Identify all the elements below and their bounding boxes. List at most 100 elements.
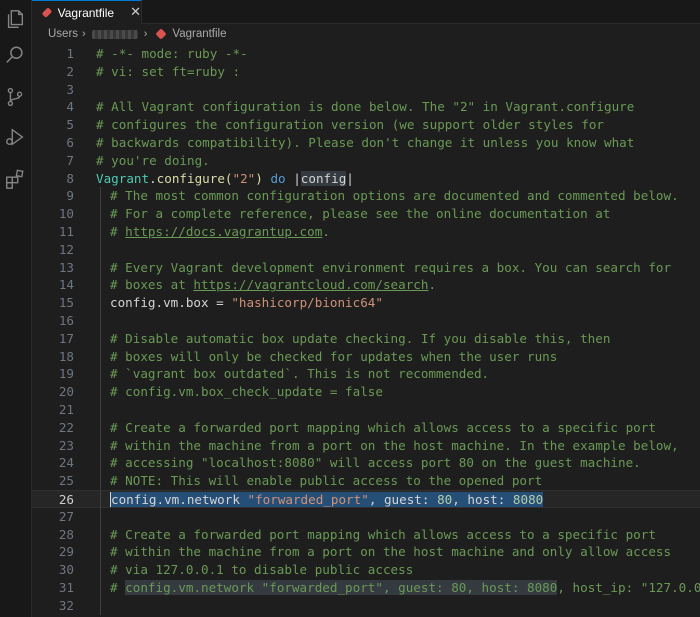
code-line[interactable]: 21 bbox=[32, 401, 700, 419]
tab-label: Vagrantfile bbox=[57, 5, 115, 20]
code-line[interactable]: 7 # you're doing. bbox=[32, 152, 700, 170]
code-line[interactable]: 2 # vi: set ft=ruby : bbox=[32, 63, 700, 81]
indent-guide bbox=[100, 418, 101, 437]
code-line[interactable]: 28 # Create a forwarded port mapping whic… bbox=[32, 525, 700, 544]
code-line[interactable]: 29 # within the machine from a port on th… bbox=[32, 543, 700, 562]
chevron-right-icon: › bbox=[82, 28, 86, 40]
code-text: # you're doing. bbox=[96, 152, 210, 170]
line-number: 10 bbox=[58, 206, 74, 222]
line-number: 8 bbox=[66, 170, 74, 186]
line-number: 18 bbox=[58, 348, 74, 364]
selection-match: config.vm.network "forwarded_port", gues… bbox=[125, 580, 558, 595]
code-line[interactable]: 16 bbox=[32, 312, 700, 330]
code-line[interactable]: 27 bbox=[32, 507, 700, 526]
code-editor[interactable]: 1 # -*- mode: ruby -*- 2 # vi: set ft=ruby … bbox=[32, 45, 700, 617]
code-token: # Every Vagrant development environment … bbox=[110, 259, 672, 275]
run-debug-icon[interactable] bbox=[4, 126, 26, 148]
code-line[interactable]: 19 # `vagrant box outdated`. This is not … bbox=[32, 365, 700, 384]
code-token: "2" bbox=[232, 170, 256, 186]
code-token: | bbox=[346, 170, 354, 186]
indent-guide bbox=[100, 223, 101, 241]
code-line[interactable]: 3 bbox=[32, 81, 700, 99]
code-token: Vagrant bbox=[96, 170, 150, 186]
code-line[interactable]: 23 # within the machine from a port on th… bbox=[32, 436, 700, 455]
indent-guide bbox=[100, 491, 101, 509]
code-text: # configures the configuration version (… bbox=[96, 116, 604, 134]
extensions-icon[interactable] bbox=[4, 168, 26, 190]
link: https://vagrantcloud.com/search bbox=[193, 277, 429, 293]
code-text: # -*- mode: ruby -*- bbox=[96, 45, 248, 63]
code-line[interactable]: 26 config.vm.network "forwarded_port", gu… bbox=[32, 490, 700, 509]
code-line[interactable]: 22 # Create a forwarded port mapping whic… bbox=[32, 418, 700, 437]
line-number: 9 bbox=[66, 188, 74, 204]
indent-guide bbox=[100, 596, 101, 615]
code-text: # config.vm.box_check_update = false bbox=[110, 383, 383, 401]
code-line[interactable]: 9 # The most common configuration options… bbox=[32, 187, 700, 206]
code-line[interactable]: 13 # Every Vagrant development environmen… bbox=[32, 258, 700, 277]
code-token: # via 127.0.0.1 to disable public access bbox=[110, 562, 414, 578]
code-token: configure bbox=[156, 170, 225, 186]
line-number: 16 bbox=[58, 313, 74, 328]
code-token: "hashicorp/bionic64" bbox=[231, 295, 383, 311]
redacted-folder bbox=[91, 29, 138, 39]
indent-guide bbox=[100, 240, 101, 259]
indent-guide bbox=[100, 561, 101, 579]
code-line[interactable]: 12 bbox=[32, 240, 700, 259]
vscode-window: Vagrantfile ✕ Users › › Vagrantfile 1 # -… bbox=[0, 0, 700, 617]
code-line[interactable]: 30 # via 127.0.0.1 to disable public acce… bbox=[32, 561, 700, 579]
indent-guide bbox=[100, 579, 101, 597]
line-number: 5 bbox=[66, 117, 74, 133]
breadcrumb-file[interactable]: Vagrantfile bbox=[172, 28, 226, 40]
search-icon[interactable] bbox=[4, 44, 26, 66]
code-text: # Create a forwarded port mapping which … bbox=[110, 526, 656, 544]
indent-guide bbox=[100, 436, 101, 455]
code-token: "forwarded_port" bbox=[247, 492, 369, 507]
code-line[interactable]: 14 # boxes at https://vagrantcloud.com/se… bbox=[32, 276, 700, 295]
code-line[interactable]: 1 # -*- mode: ruby -*- bbox=[32, 45, 700, 63]
line-number: 23 bbox=[58, 437, 74, 453]
code-line[interactable]: 24 # accessing "localhost:8080" will acce… bbox=[32, 454, 700, 473]
indent-guide bbox=[100, 365, 101, 384]
code-line[interactable]: 11 # https://docs.vagrantup.com. bbox=[32, 223, 700, 241]
code-line[interactable]: 8 Vagrant.configure("2") do |config| bbox=[32, 170, 700, 188]
code-token: config bbox=[300, 170, 347, 186]
close-icon[interactable]: ✕ bbox=[130, 5, 141, 20]
code-line[interactable]: 25 # NOTE: This will enable public access… bbox=[32, 472, 700, 490]
code-token: . bbox=[149, 170, 157, 186]
code-token: # -*- mode: ruby -*- bbox=[96, 46, 248, 61]
code-line[interactable]: 17 # Disable automatic box update checkin… bbox=[32, 329, 700, 348]
code-text: # within the machine from a port on the … bbox=[110, 543, 671, 561]
code-token: # Create a forwarded port mapping which … bbox=[110, 419, 656, 435]
code-line[interactable]: 31 # config.vm.network "forwarded_port", … bbox=[32, 579, 700, 597]
code-line[interactable]: 32 bbox=[32, 596, 700, 615]
code-token: # within the machine from a port on the … bbox=[110, 437, 679, 453]
code-line[interactable]: 4 # All Vagrant configuration is done bel… bbox=[32, 98, 700, 116]
code-token: # you're doing. bbox=[96, 152, 210, 168]
indent-guide bbox=[100, 401, 101, 419]
code-line[interactable]: 18 # boxes will only be checked for updat… bbox=[32, 347, 700, 366]
code-text: # Disable automatic box update checking.… bbox=[110, 330, 610, 348]
code-text: # accessing "localhost:8080" will access… bbox=[110, 454, 641, 472]
code-line[interactable]: 5 # configures the configuration version … bbox=[32, 116, 700, 134]
files-icon[interactable] bbox=[4, 8, 26, 30]
code-text: # The most common configuration options … bbox=[110, 187, 679, 205]
code-text: config.vm.box = "hashicorp/bionic64" bbox=[110, 294, 383, 312]
indent-guide bbox=[100, 525, 101, 544]
code-line[interactable]: 20 # config.vm.box_check_update = false bbox=[32, 383, 700, 401]
code-line[interactable]: 15 config.vm.box = "hashicorp/bionic64" bbox=[32, 294, 700, 312]
tab-vagrantfile[interactable]: Vagrantfile ✕ bbox=[32, 0, 142, 24]
selection: config.vm.network "forwarded_port", gues… bbox=[111, 492, 544, 507]
code-line[interactable]: 6 # backwards compatibility). Please don'… bbox=[32, 134, 700, 152]
breadcrumb-folder[interactable]: Users bbox=[48, 28, 78, 40]
chevron-right-icon: › bbox=[143, 28, 148, 40]
source-control-icon[interactable] bbox=[4, 86, 26, 108]
code-token: # The most common configuration options … bbox=[110, 188, 679, 204]
code-text: # Create a forwarded port mapping which … bbox=[110, 419, 656, 437]
line-number: 13 bbox=[58, 259, 74, 275]
code-token: # `vagrant box outdated`. This is not re… bbox=[110, 366, 490, 382]
line-number: 22 bbox=[58, 419, 74, 435]
code-token: # bbox=[110, 224, 126, 239]
indent-guide bbox=[100, 347, 101, 366]
line-number: 30 bbox=[58, 562, 74, 578]
code-line[interactable]: 10 # For a complete reference, please see… bbox=[32, 205, 700, 223]
